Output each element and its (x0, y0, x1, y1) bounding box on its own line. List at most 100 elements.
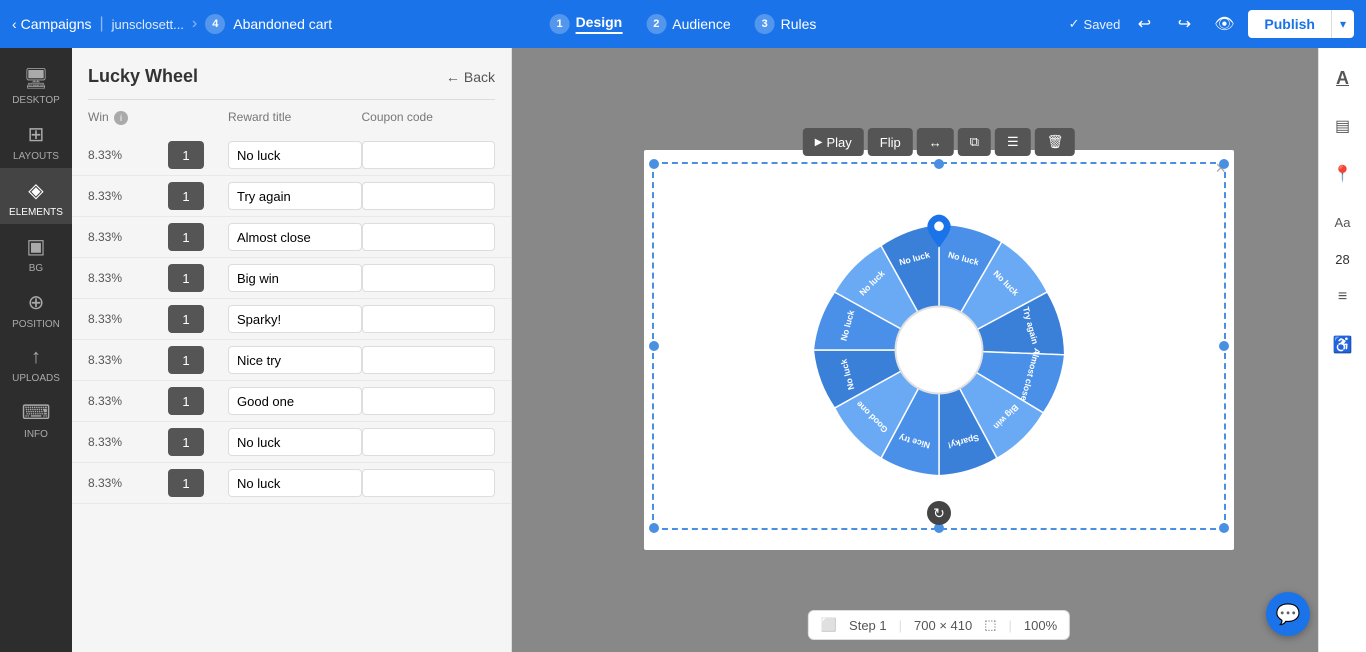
sidebar-item-uploads[interactable]: ↑ UPLOADS (0, 336, 72, 390)
coupon-input[interactable] (362, 387, 496, 415)
preview-btn[interactable]: 👁 (1208, 8, 1240, 40)
info-icon: ⌨ (22, 400, 51, 425)
publish-dropdown-btn[interactable]: ▾ (1331, 10, 1354, 38)
align-btn[interactable]: ☰ (995, 128, 1031, 156)
layouts-label: LAYOUTS (13, 151, 59, 162)
tab-audience[interactable]: 2 Audience (646, 14, 730, 34)
layers-btn[interactable]: ⧉ (958, 128, 991, 156)
handle-mr[interactable] (1219, 341, 1229, 351)
play-btn[interactable]: ▶ Play (803, 128, 864, 156)
lucky-wheel[interactable]: No luck No luck No luck No luck No luck … (794, 205, 1084, 495)
reward-input[interactable] (228, 469, 362, 497)
win-num-input[interactable] (168, 223, 204, 251)
gradient-btn[interactable]: ▤ (1325, 108, 1361, 144)
win-percent: 8.33% (88, 476, 168, 490)
win-num-input[interactable] (168, 387, 204, 415)
reward-input[interactable] (228, 346, 362, 374)
win-num-input[interactable] (168, 264, 204, 292)
coupon-input[interactable] (362, 264, 496, 292)
page-title: Abandoned cart (233, 16, 332, 32)
top-nav: ‹ Campaigns | junsclosett... › 4 Abandon… (0, 0, 1366, 48)
canvas-close-btn[interactable]: × (1215, 158, 1226, 179)
coupon-input[interactable] (362, 305, 496, 333)
coupon-input[interactable] (362, 346, 496, 374)
win-num-input[interactable] (168, 346, 204, 374)
position-label: POSITION (12, 319, 60, 330)
font-btn[interactable]: Aa (1325, 204, 1361, 240)
win-percent: 8.33% (88, 230, 168, 244)
back-to-campaigns-btn[interactable]: ‹ Campaigns (12, 16, 92, 32)
undo-btn[interactable]: ↩ (1128, 8, 1160, 40)
canvas-area: ▶ Play Flip ↔ ⧉ ☰ 🗑 × (512, 48, 1366, 652)
reward-header: Reward title (228, 110, 362, 125)
sidebar-item-layouts[interactable]: ⊞ LAYOUTS (0, 112, 72, 168)
canvas-frame: × (644, 150, 1234, 550)
table-row: 8.33% (72, 176, 511, 217)
settings-icon: ≡ (1338, 288, 1347, 306)
win-header: Win i (88, 110, 168, 125)
frame-icon: ⬚ (984, 617, 996, 633)
coupon-input[interactable] (362, 141, 496, 169)
coupon-input[interactable] (362, 223, 496, 251)
publish-button[interactable]: Publish (1248, 10, 1331, 38)
handle-tl[interactable] (649, 159, 659, 169)
flip-btn[interactable]: Flip (868, 128, 913, 156)
text-style-btn[interactable]: A (1325, 60, 1361, 96)
check-icon: ✓ (1069, 16, 1080, 32)
font-size-display: 28 (1335, 252, 1349, 267)
coupon-input[interactable] (362, 182, 496, 210)
publish-group: Publish ▾ (1248, 10, 1354, 38)
rules-label: Rules (781, 16, 817, 32)
sidebar-item-bg[interactable]: ▣ BG (0, 224, 72, 280)
location-btn[interactable]: 📍 (1325, 156, 1361, 192)
flip-dir-btn[interactable]: ↔ (917, 128, 954, 156)
bg-label: BG (29, 263, 43, 274)
handle-bl[interactable] (649, 523, 659, 533)
win-info-icon[interactable]: i (114, 111, 128, 125)
reward-input[interactable] (228, 428, 362, 456)
chat-btn[interactable]: 💬 (1266, 592, 1310, 636)
rotate-handle[interactable]: ↻ (927, 501, 951, 525)
campaigns-label: Campaigns (21, 16, 92, 32)
reward-input[interactable] (228, 264, 362, 292)
left-sidebar: 🖥 DESKTOP ⊞ LAYOUTS ◈ ELEMENTS ▣ BG ⊕ PO… (0, 48, 72, 652)
reward-input[interactable] (228, 141, 362, 169)
audience-label: Audience (672, 16, 730, 32)
tab-rules[interactable]: 3 Rules (755, 14, 817, 34)
handle-ml[interactable] (649, 341, 659, 351)
win-num-input[interactable] (168, 305, 204, 333)
handle-tm[interactable] (934, 159, 944, 169)
table-row: 8.33% (72, 299, 511, 340)
win-num-input[interactable] (168, 469, 204, 497)
step-label: Step 1 (849, 618, 887, 633)
redo-btn[interactable]: ↪ (1168, 8, 1200, 40)
sidebar-item-position[interactable]: ⊕ POSITION (0, 280, 72, 336)
reward-input[interactable] (228, 182, 362, 210)
reward-input[interactable] (228, 305, 362, 333)
sidebar-item-elements[interactable]: ◈ ELEMENTS (0, 168, 72, 224)
sidebar-item-info[interactable]: ⌨ INFO (0, 390, 72, 446)
reward-input[interactable] (228, 387, 362, 415)
win-num-input[interactable] (168, 182, 204, 210)
position-icon: ⊕ (28, 290, 45, 315)
win-num-input[interactable] (168, 428, 204, 456)
font-aa-icon: Aa (1335, 215, 1351, 230)
table-rows: 8.33% 8.33% 8.33% 8.33% 8.33% 8.33% (72, 135, 511, 652)
panel-back-btn[interactable]: ← Back (446, 69, 495, 85)
accessibility-btn[interactable]: ♿ (1325, 327, 1361, 363)
table-row: 8.33% (72, 135, 511, 176)
win-percent: 8.33% (88, 353, 168, 367)
sidebar-item-desktop[interactable]: 🖥 DESKTOP (0, 56, 72, 112)
table-row: 8.33% (72, 381, 511, 422)
reward-input[interactable] (228, 223, 362, 251)
desktop-icon: 🖥 (23, 66, 48, 91)
win-num-input[interactable] (168, 141, 204, 169)
coupon-input[interactable] (362, 469, 496, 497)
settings-btn[interactable]: ≡ (1325, 279, 1361, 315)
layouts-icon: ⊞ (28, 122, 45, 147)
handle-br[interactable] (1219, 523, 1229, 533)
chat-icon: 💬 (1276, 602, 1301, 627)
tab-design[interactable]: 1 Design (550, 14, 623, 34)
delete-btn[interactable]: 🗑 (1035, 128, 1076, 156)
coupon-input[interactable] (362, 428, 496, 456)
